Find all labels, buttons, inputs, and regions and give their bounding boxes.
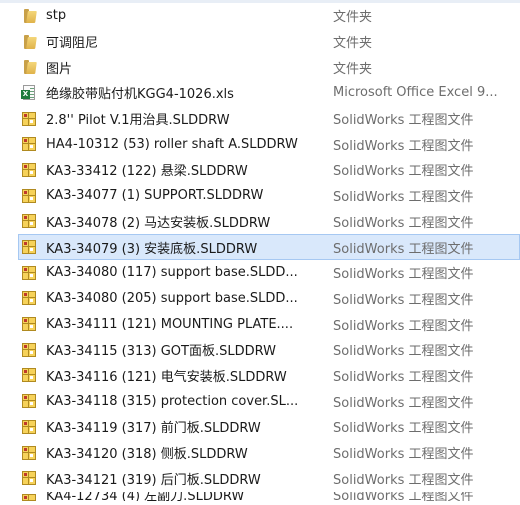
file-row[interactable]: KA3-34115 (313) GOT面板.SLDDRW SolidWorks … (18, 337, 520, 363)
file-row[interactable]: KA3-34116 (121) 电气安装板.SLDDRW SolidWorks … (18, 363, 520, 389)
file-type: SolidWorks 工程图文件 (333, 369, 474, 385)
file-name: 图片 (46, 61, 73, 77)
file-row[interactable]: KA3-33412 (122) 悬梁.SLDDRW SolidWorks 工程图… (18, 157, 520, 183)
file-row[interactable]: KA3-34111 (121) MOUNTING PLATE.... Solid… (18, 311, 520, 337)
solidworks-drawing-icon (21, 136, 37, 152)
file-name: 可调阻尼 (46, 36, 99, 52)
file-row-pictures[interactable]: 图片 文件夹 (18, 54, 520, 80)
folder-icon (21, 8, 37, 24)
folder-icon (21, 59, 37, 75)
file-type: 文件夹 (333, 10, 373, 26)
file-row-damping[interactable]: 可调阻尼 文件夹 (18, 29, 520, 55)
file-name: KA3-34115 (313) GOT面板.SLDDRW (46, 344, 276, 360)
file-name: KA3-34080 (205) support base.SLDD... (46, 290, 298, 306)
file-type: SolidWorks 工程图文件 (333, 292, 474, 308)
file-row[interactable]: KA3-34078 (2) 马达安装板.SLDDRW SolidWorks 工程… (18, 209, 520, 235)
file-row[interactable]: HA4-10312 (53) roller shaft A.SLDDRW Sol… (18, 131, 520, 157)
file-row[interactable]: KA3-34121 (319) 后门板.SLDDRW SolidWorks 工程… (18, 465, 520, 491)
file-name: KA3-34120 (318) 侧板.SLDDRW (46, 447, 248, 463)
file-name: KA3-34118 (315) protection cover.SL... (46, 393, 299, 409)
solidworks-drawing-icon (21, 290, 37, 306)
file-row-selected[interactable]: KA3-34079 (3) 安装底板.SLDDRW SolidWorks 工程图… (18, 234, 520, 260)
file-name: KA3-34078 (2) 马达安装板.SLDDRW (46, 215, 271, 231)
file-row[interactable]: KA3-34119 (317) 前门板.SLDDRW SolidWorks 工程… (18, 414, 520, 440)
file-name: KA3-34111 (121) MOUNTING PLATE.... (46, 316, 294, 332)
file-type: SolidWorks 工程图文件 (333, 138, 474, 154)
file-type: SolidWorks 工程图文件 (333, 267, 474, 283)
file-type: SolidWorks 工程图文件 (333, 164, 474, 180)
solidworks-drawing-icon (21, 445, 37, 461)
file-type: 文件夹 (333, 61, 373, 77)
file-name: KA3-34077 (1) SUPPORT.SLDDRW (46, 188, 264, 204)
file-name: stp (46, 8, 67, 24)
file-name: KA4-12734 (4) 左副刀.SLDDRW (46, 491, 245, 503)
solidworks-drawing-icon (21, 239, 37, 255)
file-type: SolidWorks 工程图文件 (333, 421, 474, 437)
file-name: HA4-10312 (53) roller shaft A.SLDDRW (46, 136, 298, 152)
solidworks-drawing-icon (21, 470, 37, 486)
file-row[interactable]: KA3-34080 (117) support base.SLDD... Sol… (18, 260, 520, 286)
file-type: SolidWorks 工程图文件 (333, 215, 474, 231)
solidworks-drawing-icon (21, 367, 37, 383)
solidworks-drawing-icon (21, 111, 37, 127)
solidworks-drawing-icon (21, 493, 37, 502)
file-type: SolidWorks 工程图文件 (333, 190, 474, 206)
file-type: SolidWorks 工程图文件 (333, 395, 474, 411)
solidworks-drawing-icon (21, 342, 37, 358)
file-name: KA3-34119 (317) 前门板.SLDDRW (46, 421, 261, 437)
file-name: KA3-33412 (122) 悬梁.SLDDRW (46, 164, 248, 180)
file-type: SolidWorks 工程图文件 (333, 113, 474, 129)
file-name: KA3-34080 (117) support base.SLDD... (46, 265, 298, 281)
file-type: Microsoft Office Excel 9... (333, 85, 498, 101)
file-name: 2.8'' Pilot V.1用治具.SLDDRW (46, 113, 230, 129)
solidworks-drawing-icon (21, 393, 37, 409)
file-row-stp[interactable]: stp 文件夹 (18, 3, 520, 29)
solidworks-drawing-icon (21, 419, 37, 435)
file-type: SolidWorks 工程图文件 (333, 447, 474, 463)
file-type: SolidWorks 工程图文件 (333, 241, 474, 257)
file-type: SolidWorks 工程图文件 (333, 491, 474, 503)
file-row[interactable]: 2.8'' Pilot V.1用治具.SLDDRW SolidWorks 工程图… (18, 106, 520, 132)
file-name: KA3-34079 (3) 安装底板.SLDDRW (46, 241, 258, 257)
file-row-partial[interactable]: KA4-12734 (4) 左副刀.SLDDRW SolidWorks 工程图文… (18, 491, 520, 502)
solidworks-drawing-icon (21, 316, 37, 332)
file-row[interactable]: KA3-34118 (315) protection cover.SL... S… (18, 388, 520, 414)
solidworks-drawing-icon (21, 162, 37, 178)
file-list[interactable]: stp 文件夹 可调阻尼 文件夹 图片 文件夹 X 绝缘胶带贴付机KGG4-10… (18, 3, 520, 502)
folder-icon (21, 34, 37, 50)
solidworks-drawing-icon (21, 265, 37, 281)
solidworks-drawing-icon (21, 213, 37, 229)
file-name: 绝缘胶带贴付机KGG4-1026.xls (46, 87, 234, 103)
file-row[interactable]: KA3-34120 (318) 侧板.SLDDRW SolidWorks 工程图… (18, 440, 520, 466)
solidworks-drawing-icon (21, 188, 37, 204)
file-type: 文件夹 (333, 36, 373, 52)
file-type: SolidWorks 工程图文件 (333, 318, 474, 334)
file-row-xls[interactable]: X 绝缘胶带贴付机KGG4-1026.xls Microsoft Office … (18, 80, 520, 106)
file-row[interactable]: KA3-34080 (205) support base.SLDD... Sol… (18, 286, 520, 312)
file-row[interactable]: KA3-34077 (1) SUPPORT.SLDDRW SolidWorks … (18, 183, 520, 209)
file-name: KA3-34121 (319) 后门板.SLDDRW (46, 472, 261, 488)
file-name: KA3-34116 (121) 电气安装板.SLDDRW (46, 369, 287, 385)
file-type: SolidWorks 工程图文件 (333, 472, 474, 488)
excel-icon: X (21, 84, 37, 101)
file-type: SolidWorks 工程图文件 (333, 344, 474, 360)
